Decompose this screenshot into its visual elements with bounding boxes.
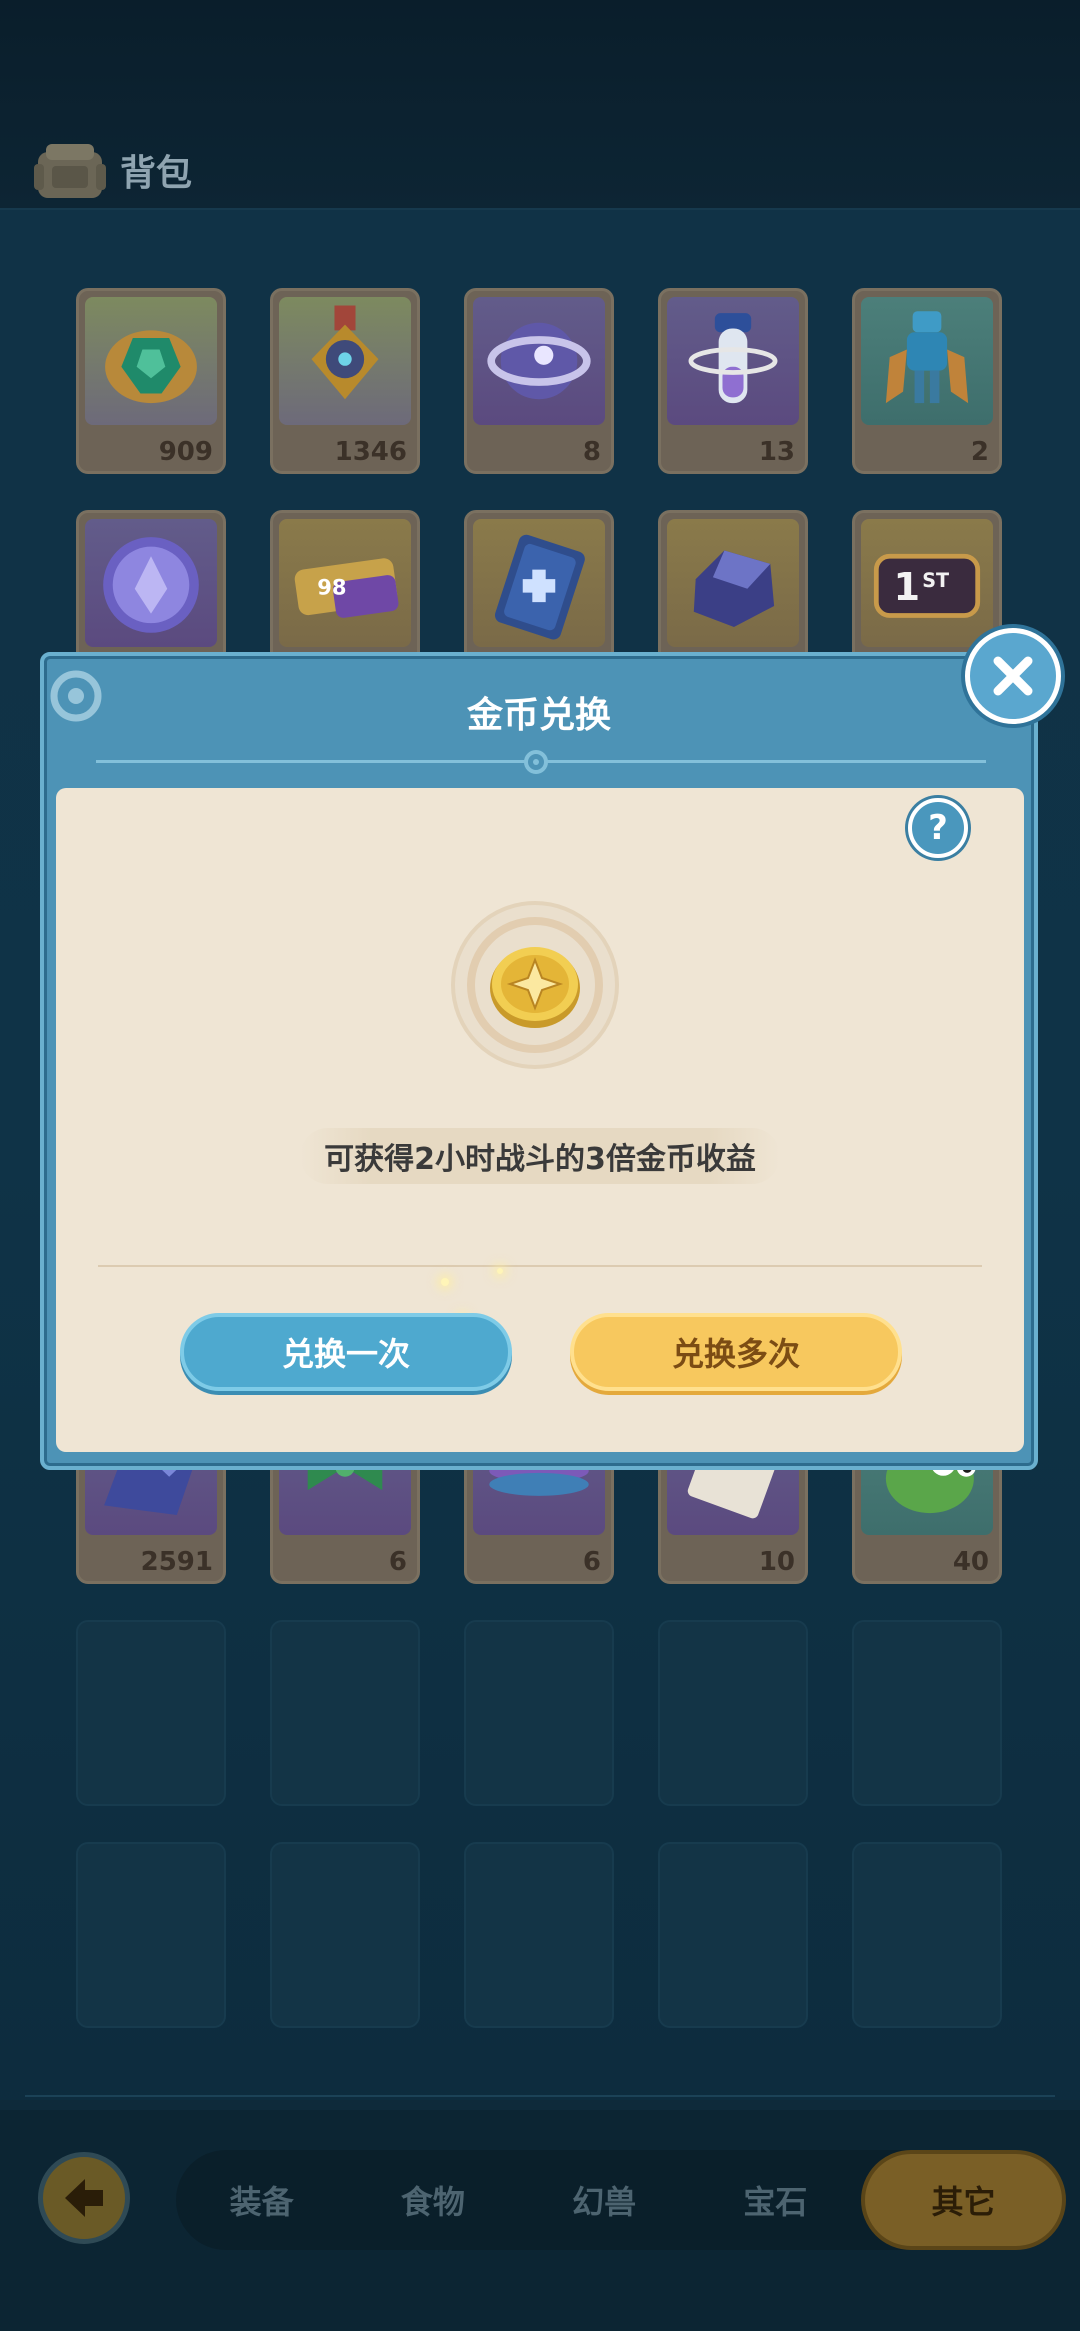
item-count: 13 xyxy=(758,437,795,467)
inventory-item[interactable]: 13 xyxy=(658,288,808,474)
empty-slot xyxy=(658,1842,808,2028)
description-text: 可获得2小时战斗的3倍金币收益 xyxy=(324,1142,756,1177)
first-place-badge-icon: 1 ST xyxy=(861,519,993,647)
empty-slot xyxy=(852,1842,1002,2028)
empty-slot xyxy=(852,1620,1002,1806)
star-medal-icon xyxy=(279,297,411,425)
item-count: 6 xyxy=(388,1547,407,1577)
inventory-item[interactable]: 1346 xyxy=(270,288,420,474)
svg-text:98: 98 xyxy=(317,574,346,599)
exchange-multiple-button[interactable]: 兑换多次 xyxy=(570,1313,902,1391)
close-button[interactable] xyxy=(965,628,1061,724)
item-count: 10 xyxy=(758,1547,795,1577)
dialog-title: 金币兑换 xyxy=(466,695,611,736)
empty-slot xyxy=(270,1620,420,1806)
dark-crystal-icon xyxy=(667,519,799,647)
crystal-coin-icon xyxy=(85,519,217,647)
tab-gems[interactable]: 宝石 xyxy=(690,2150,861,2250)
backpack-icon xyxy=(34,144,106,198)
description-banner: 可获得2小时战斗的3倍金币收益 xyxy=(300,1128,780,1184)
empty-slot xyxy=(76,1620,226,1806)
gear-icon xyxy=(524,750,548,774)
empty-slot xyxy=(76,1842,226,2028)
close-icon xyxy=(993,656,1033,696)
back-button[interactable] xyxy=(38,2152,130,2244)
green-gem-ring-icon xyxy=(85,297,217,425)
mech-figure-icon xyxy=(861,297,993,425)
item-count: 2 xyxy=(970,437,989,467)
purple-swirl-orb-icon xyxy=(473,297,605,425)
ticket-98-icon: 98 xyxy=(279,519,411,647)
help-button[interactable]: ? xyxy=(908,798,968,858)
gold-coin-icon xyxy=(451,901,619,1069)
item-count: 1346 xyxy=(334,437,407,467)
dialog-header: 金币兑换 xyxy=(44,656,1034,786)
page-title-bar: 背包 xyxy=(30,135,192,205)
sparkle-decoration xyxy=(497,1268,503,1274)
page-title: 背包 xyxy=(120,153,193,194)
item-count: 909 xyxy=(158,437,213,467)
exchange-once-button[interactable]: 兑换一次 xyxy=(180,1313,512,1391)
inventory-item[interactable]: 2 xyxy=(852,288,1002,474)
inventory-item[interactable]: 909 xyxy=(76,288,226,474)
potion-vial-icon xyxy=(667,297,799,425)
back-arrow-icon xyxy=(65,2179,103,2217)
svg-text:1: 1 xyxy=(894,565,921,610)
help-icon: ? xyxy=(928,808,948,848)
item-count: 40 xyxy=(952,1547,989,1577)
item-count: 8 xyxy=(582,437,601,467)
empty-slot xyxy=(270,1842,420,2028)
sparkle-decoration xyxy=(441,1278,449,1286)
card-pack-icon xyxy=(473,519,605,647)
tab-others[interactable]: 其它 xyxy=(861,2150,1067,2250)
empty-slot xyxy=(464,1620,614,1806)
content-divider xyxy=(98,1265,982,1267)
tab-equipment[interactable]: 装备 xyxy=(176,2150,347,2250)
svg-text:ST: ST xyxy=(922,569,949,592)
item-count: 2591 xyxy=(140,1547,213,1577)
empty-slot xyxy=(658,1620,808,1806)
tab-beasts[interactable]: 幻兽 xyxy=(519,2150,690,2250)
item-count: 6 xyxy=(582,1547,601,1577)
inventory-item[interactable]: 8 xyxy=(464,288,614,474)
empty-slot xyxy=(464,1842,614,2028)
tab-food[interactable]: 食物 xyxy=(347,2150,518,2250)
bottom-divider xyxy=(25,2095,1055,2097)
category-tabs: 装备 食物 幻兽 宝石 其它 xyxy=(176,2150,1067,2250)
